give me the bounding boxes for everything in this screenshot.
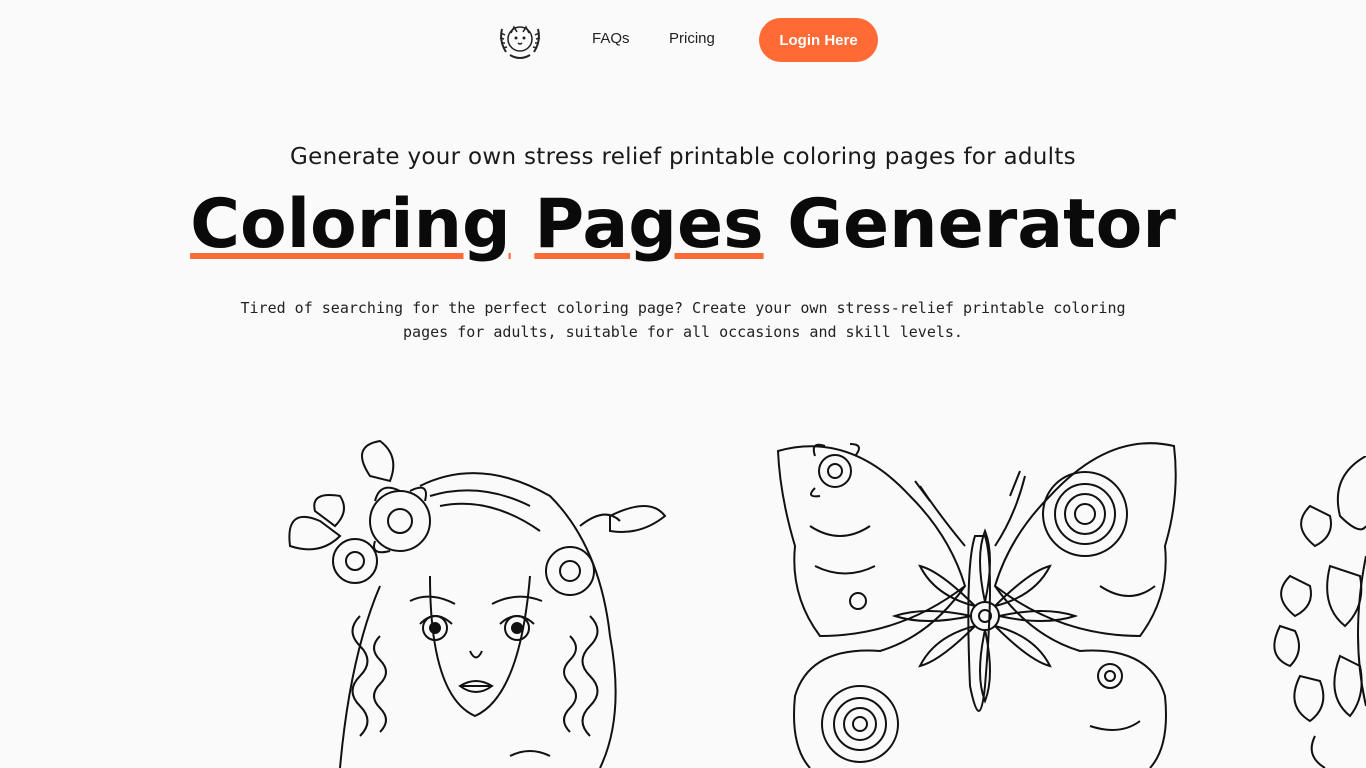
hero-subtitle: Generate your own stress relief printabl… xyxy=(290,144,1076,170)
hero-description: Tired of searching for the perfect color… xyxy=(240,299,1126,341)
page-title: Coloring Pages Generator xyxy=(0,180,1366,270)
login-button[interactable]: Login Here xyxy=(759,18,878,62)
top-navigation: FAQs Pricing Login Here xyxy=(0,18,1366,64)
nav-link-faqs[interactable]: FAQs xyxy=(592,30,630,47)
leaves-coloring-page-image[interactable] xyxy=(1270,456,1366,768)
butterfly-coloring-page-image[interactable] xyxy=(770,436,1190,768)
title-word-coloring: Coloring xyxy=(190,185,511,264)
dog-wreath-logo-icon[interactable] xyxy=(496,19,544,61)
title-word-generator: Generator xyxy=(787,185,1176,264)
title-word-pages: Pages xyxy=(534,185,764,264)
girl-coloring-page-image[interactable] xyxy=(280,436,680,768)
coloring-page-gallery xyxy=(0,436,1366,768)
nav-link-pricing[interactable]: Pricing xyxy=(669,30,715,47)
